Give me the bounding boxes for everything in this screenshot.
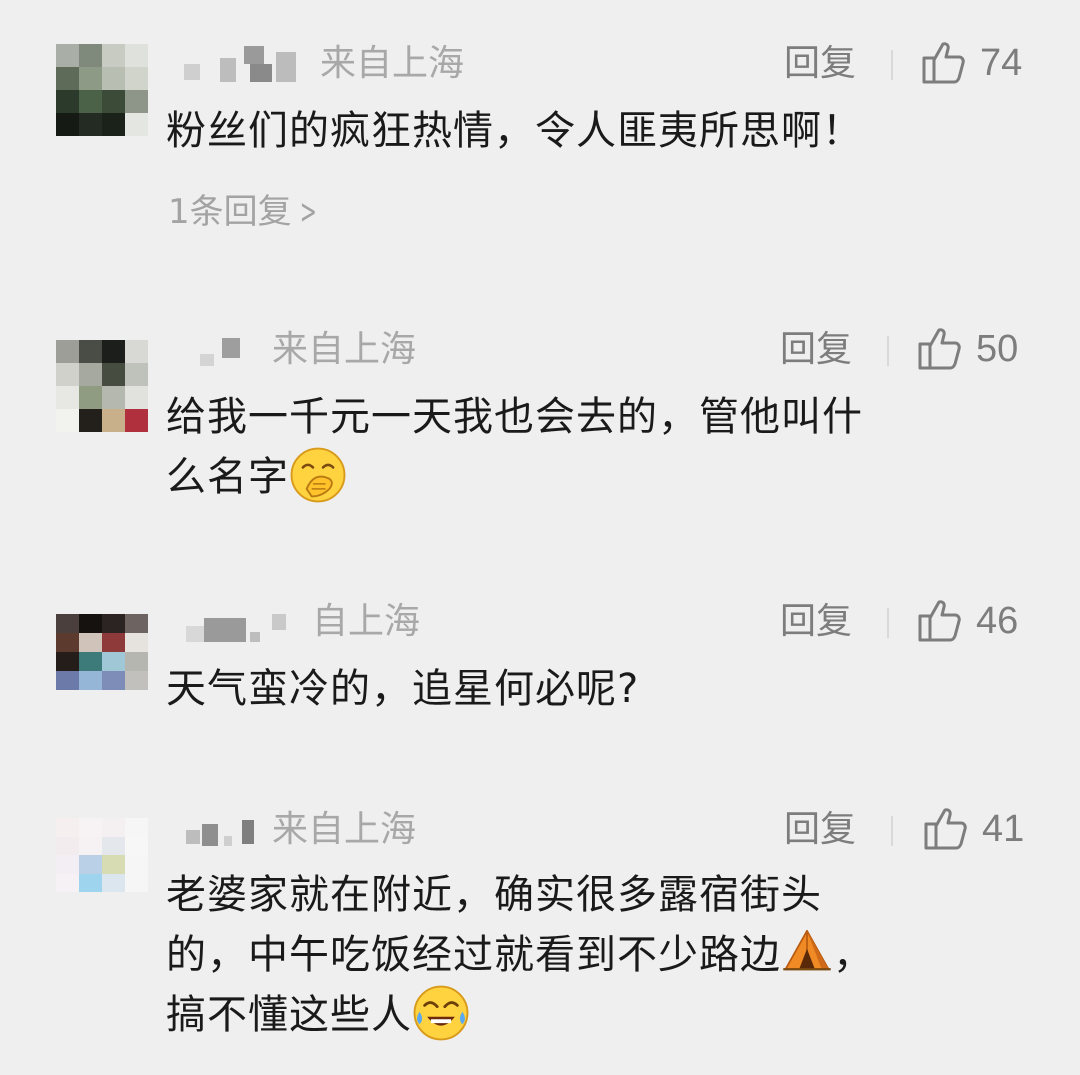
like-count: 41 [982, 808, 1025, 850]
avatar[interactable] [56, 818, 148, 892]
like-button[interactable]: 50 [916, 324, 1040, 374]
reply-button[interactable]: 回复 [780, 328, 852, 372]
like-count: 74 [980, 42, 1023, 84]
location-label: 来自上海 [272, 329, 417, 370]
comment-text-line: 么名字 [166, 446, 1046, 506]
view-replies-link[interactable]: 1条回复 > [168, 190, 322, 234]
divider [891, 50, 893, 80]
like-button[interactable]: 74 [920, 38, 1040, 88]
like-button[interactable]: 46 [916, 596, 1040, 646]
location-label: 来自上海 [272, 809, 417, 850]
chevron-right-icon: > [299, 192, 317, 232]
replies-count: 1条回复 [168, 192, 292, 232]
comment-text: 粉丝们的疯狂热情，令人匪夷所思啊！ [166, 108, 863, 154]
thumbs-up-icon [918, 600, 961, 642]
comment-text: 天气蛮冷的，追星何必呢? [166, 666, 640, 712]
avatar[interactable] [56, 44, 148, 136]
location-label: 来自上海 [320, 43, 465, 84]
username-redacted[interactable] [184, 44, 304, 84]
comment-text-fragment: 么名字 [166, 454, 289, 500]
thumbs-up-icon [918, 328, 961, 370]
comment-text-line: 的，中午吃饭经过就看到不少路边 ， [166, 924, 1046, 984]
avatar[interactable] [56, 340, 148, 432]
comment-text: 给我一千元一天我也会去的，管他叫什 么名字 [166, 388, 1046, 506]
comment-text-fragment: ， [833, 932, 874, 978]
like-count: 50 [976, 328, 1019, 370]
comment-text-line: 老婆家就在附近，确实很多露宿街头 [166, 872, 822, 918]
username-redacted[interactable] [186, 808, 266, 848]
divider [887, 336, 889, 366]
tears-of-joy-emoji-icon [413, 985, 469, 1041]
thumbs-up-icon [924, 808, 967, 850]
comment-text-line: 给我一千元一天我也会去的，管他叫什 [166, 394, 863, 440]
divider [891, 816, 893, 846]
like-button[interactable]: 41 [922, 804, 1040, 854]
like-count: 46 [976, 600, 1019, 642]
comment-text-fragment: 的，中午吃饭经过就看到不少路边 [166, 932, 781, 978]
divider [887, 608, 889, 638]
hand-over-mouth-emoji-icon [290, 447, 346, 503]
username-redacted[interactable] [200, 330, 260, 370]
comment-text: 老婆家就在附近，确实很多露宿街头 的，中午吃饭经过就看到不少路边 ， 搞不懂这些… [166, 866, 1046, 1044]
comment-text-fragment: 搞不懂这些人 [166, 992, 412, 1038]
location-label: 自上海 [312, 601, 421, 642]
avatar[interactable] [56, 614, 148, 690]
username-redacted[interactable] [186, 604, 296, 644]
comment-text-line: 搞不懂这些人 [166, 984, 1046, 1044]
tent-emoji-icon [783, 929, 831, 971]
reply-button[interactable]: 回复 [784, 42, 856, 86]
reply-button[interactable]: 回复 [780, 600, 852, 644]
reply-button[interactable]: 回复 [784, 808, 856, 852]
thumbs-up-icon [922, 42, 965, 84]
